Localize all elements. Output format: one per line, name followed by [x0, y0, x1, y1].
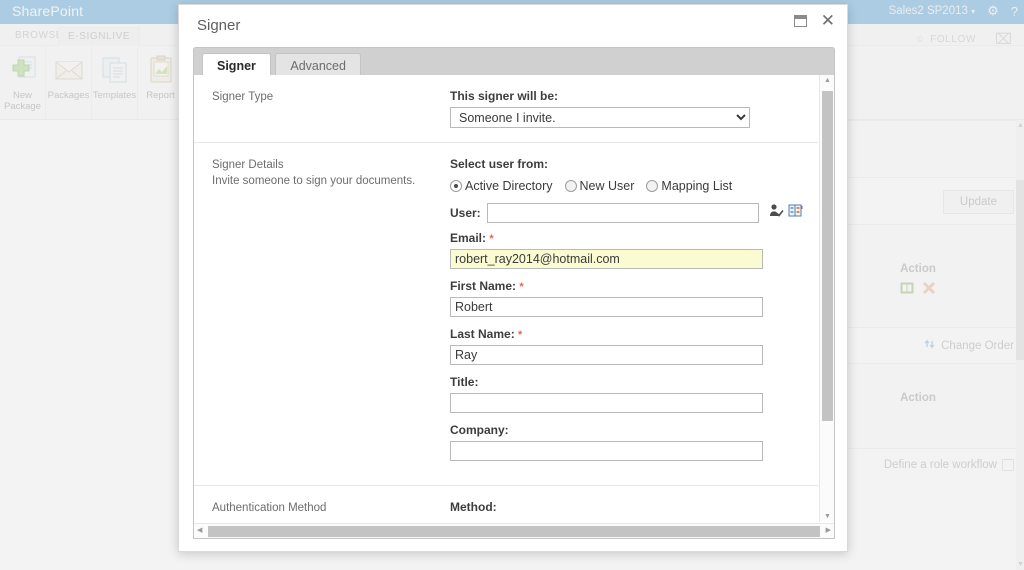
- user-field-row: User:: [450, 203, 803, 223]
- scroll-right-icon[interactable]: ▶: [826, 526, 831, 534]
- section-signer-details: Signer Details Invite someone to sign yo…: [194, 143, 818, 486]
- dialog-vertical-scrollbar[interactable]: ▲ ▼: [819, 75, 834, 522]
- signer-type-description: Signer Type: [194, 89, 450, 128]
- email-required-marker: *: [489, 233, 494, 245]
- horizontal-scrollbar-thumb[interactable]: [208, 526, 820, 537]
- first-name-input[interactable]: [450, 297, 763, 317]
- dialog-horizontal-scrollbar[interactable]: ◀ ▶: [194, 523, 834, 538]
- company-label: Company:: [450, 423, 509, 437]
- authentication-title: Authentication Method: [212, 502, 327, 514]
- signer-type-fields: This signer will be: Someone I invite.: [450, 89, 818, 128]
- restore-icon[interactable]: [793, 15, 807, 27]
- last-name-label: Last Name: *: [450, 327, 803, 341]
- email-input[interactable]: [450, 249, 763, 269]
- first-name-label-text: First Name:: [450, 279, 517, 293]
- last-name-input[interactable]: [450, 345, 763, 365]
- radio-new-user[interactable]: New User: [564, 179, 635, 193]
- signer-details-fields: Select user from: Active Directory New U…: [450, 157, 818, 471]
- vertical-scrollbar-thumb[interactable]: [822, 91, 833, 421]
- title-input[interactable]: [450, 393, 763, 413]
- signer-type-title: Signer Type: [212, 91, 274, 103]
- last-name-required-marker: *: [518, 329, 523, 341]
- section-authentication-method: Authentication Method Method: Email Q&A: [194, 486, 818, 522]
- close-icon[interactable]: ✕: [821, 12, 835, 29]
- dialog-tabstrip: Signer Advanced: [193, 47, 835, 80]
- method-label: Method:: [450, 500, 497, 514]
- dialog-body: Signer Advanced Signer Type This signer …: [193, 47, 835, 539]
- dialog-window-buttons: ✕: [793, 12, 835, 29]
- scroll-left-icon[interactable]: ◀: [197, 526, 202, 534]
- user-field-icons: [769, 203, 803, 223]
- dialog-form-panel: Signer Type This signer will be: Someone…: [193, 75, 835, 539]
- radio-active-directory[interactable]: Active Directory: [450, 179, 553, 193]
- scroll-down-icon[interactable]: ▼: [824, 513, 831, 520]
- form-scroll-area: Signer Type This signer will be: Someone…: [194, 75, 818, 522]
- radio-new-user-button[interactable]: [564, 180, 577, 192]
- signer-details-subtitle: Invite someone to sign your documents.: [212, 175, 416, 187]
- signer-type-select[interactable]: Someone I invite.: [450, 107, 750, 128]
- dialog-title: Signer: [197, 17, 241, 34]
- signer-details-description: Signer Details Invite someone to sign yo…: [194, 157, 450, 471]
- email-label-text: Email:: [450, 231, 487, 245]
- first-name-required-marker: *: [519, 281, 524, 293]
- user-source-radio-group: Active Directory New User Mapping List: [450, 179, 803, 193]
- company-input[interactable]: [450, 441, 763, 461]
- radio-new-user-label: New User: [579, 179, 635, 193]
- title-label: Title:: [450, 375, 479, 389]
- authentication-fields: Method: Email Q&A: [450, 500, 818, 522]
- radio-mapping-list-label: Mapping List: [661, 179, 733, 193]
- radio-mapping-list[interactable]: Mapping List: [646, 179, 732, 193]
- address-book-icon[interactable]: [788, 203, 803, 223]
- first-name-label: First Name: *: [450, 279, 803, 293]
- scroll-up-icon[interactable]: ▲: [824, 77, 831, 84]
- signer-type-field-label: This signer will be:: [450, 89, 559, 103]
- section-signer-type: Signer Type This signer will be: Someone…: [194, 75, 818, 143]
- last-name-label-text: Last Name:: [450, 327, 515, 341]
- authentication-description: Authentication Method: [194, 500, 450, 522]
- signer-dialog: Signer ✕ Signer Advanced Signer Type Thi…: [178, 4, 848, 552]
- email-label: Email: *: [450, 231, 803, 245]
- radio-active-directory-label: Active Directory: [465, 179, 553, 193]
- radio-active-directory-button[interactable]: [450, 180, 462, 192]
- select-user-from-label: Select user from:: [450, 157, 549, 171]
- user-label: User:: [450, 206, 481, 220]
- radio-mapping-list-button[interactable]: [646, 180, 659, 192]
- signer-details-title: Signer Details: [212, 159, 284, 171]
- check-names-icon[interactable]: [769, 203, 784, 223]
- user-input[interactable]: [486, 203, 759, 223]
- dialog-titlebar: Signer ✕: [179, 5, 847, 47]
